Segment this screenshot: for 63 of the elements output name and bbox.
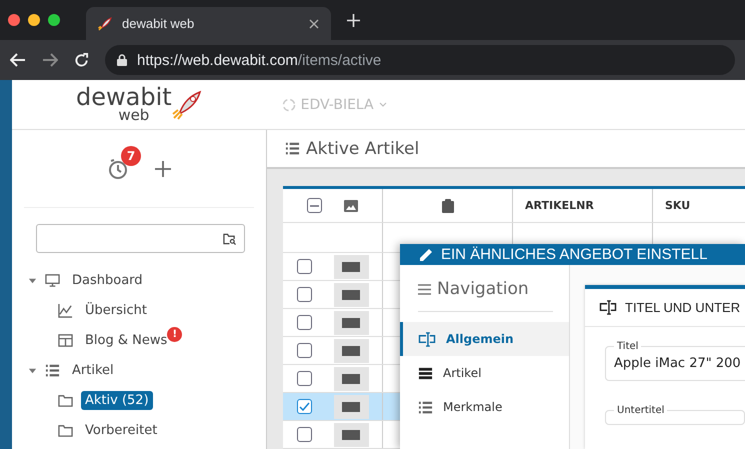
forward-icon[interactable] <box>42 53 58 67</box>
section-title: TITEL UND UNTER <box>625 300 740 315</box>
checkbox[interactable] <box>296 399 312 414</box>
checkbox[interactable] <box>296 315 312 330</box>
page-title: Aktive Artikel <box>306 138 420 158</box>
nav-item[interactable]: Dashboard <box>68 270 147 290</box>
pencil-icon <box>420 248 433 261</box>
image-icon <box>344 200 358 212</box>
chevron-down-icon <box>378 102 387 107</box>
nav-item[interactable]: Merkmale <box>400 390 569 424</box>
search-field[interactable] <box>36 224 245 253</box>
column-header: ARTIKELNR <box>525 199 594 212</box>
nav-heading: Navigation <box>437 279 529 299</box>
list-icon <box>45 362 60 378</box>
nav-item[interactable]: Artikel <box>68 360 118 380</box>
add-icon[interactable] <box>155 160 171 176</box>
clipboard-icon <box>442 198 454 212</box>
text-field[interactable]: Titel Apple iMac 27" 200 <box>605 341 745 381</box>
checkbox[interactable] <box>296 371 312 386</box>
close-icon[interactable] <box>309 18 319 28</box>
new-tab-icon[interactable] <box>347 14 360 26</box>
back-icon[interactable] <box>10 53 26 67</box>
checkbox[interactable] <box>307 198 322 213</box>
count-badge: 7 <box>121 146 141 166</box>
lock-icon <box>117 54 127 66</box>
checkbox[interactable] <box>296 259 312 274</box>
calendar-icon <box>58 332 73 348</box>
list-icon <box>285 141 300 156</box>
window-close-button[interactable] <box>8 14 20 26</box>
dialog-title: EIN ÄHNLICHES ANGEBOT EINSTELL <box>441 246 708 263</box>
minus-icon <box>310 204 319 206</box>
caret-icon[interactable] <box>28 366 37 374</box>
alert-badge: ! <box>167 327 182 342</box>
rocket-icon <box>98 16 112 30</box>
text-cursor-icon <box>418 332 436 346</box>
menu-icon <box>418 284 431 294</box>
checkbox[interactable] <box>296 427 312 442</box>
timer-icon[interactable] <box>107 158 129 180</box>
folder-search-icon <box>223 232 236 244</box>
checkbox[interactable] <box>296 287 312 302</box>
browser-tab[interactable]: dewabit web <box>86 7 331 40</box>
caret-icon[interactable] <box>28 276 37 284</box>
line-chart-icon <box>58 302 73 318</box>
column-header: SKU <box>665 199 690 212</box>
nav-item[interactable]: Vorbereitet <box>81 420 162 440</box>
text-field[interactable]: Untertitel <box>605 405 745 425</box>
nav-item[interactable]: Artikel <box>400 356 569 390</box>
window-minimize-button[interactable] <box>28 14 40 26</box>
nav-item[interactable]: Aktiv (52) <box>81 390 153 410</box>
nav-item[interactable]: Übersicht <box>81 300 151 320</box>
checkbox[interactable] <box>296 343 312 358</box>
logo: dewabit web <box>76 86 202 122</box>
table-icon <box>418 366 433 380</box>
nav-item[interactable]: Allgemein <box>400 322 569 356</box>
list-icon <box>418 400 433 414</box>
address-field[interactable]: https://web.dewabit.com/items/active <box>105 45 735 75</box>
monitor-icon <box>45 272 60 288</box>
window-maximize-button[interactable] <box>48 14 60 26</box>
text-cursor-icon <box>599 300 617 315</box>
folder-icon <box>58 392 73 408</box>
folder-icon <box>58 422 73 438</box>
circle-icon <box>282 98 296 112</box>
reload-icon[interactable] <box>74 52 89 68</box>
